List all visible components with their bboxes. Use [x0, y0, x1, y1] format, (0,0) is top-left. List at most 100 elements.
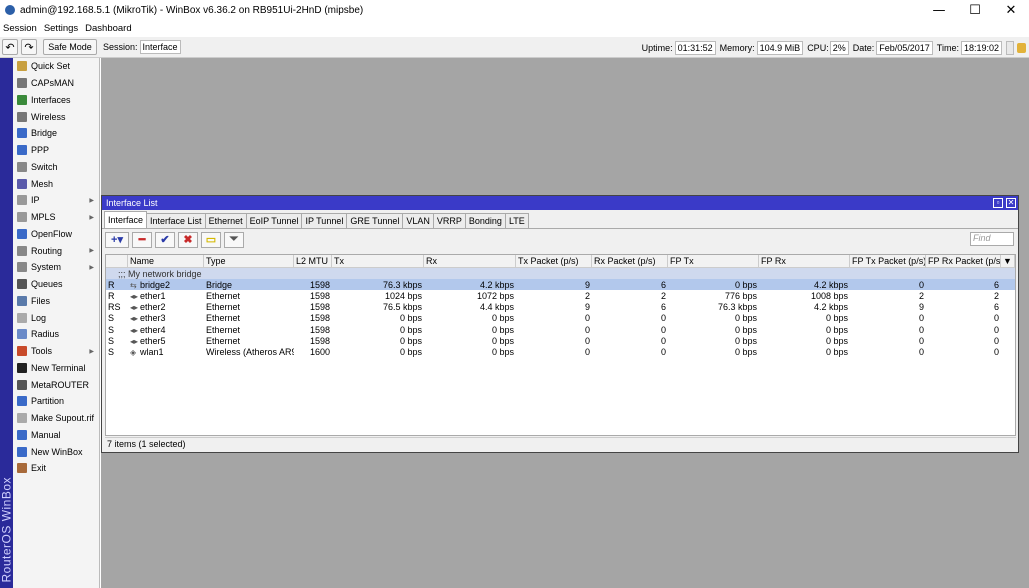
column-header[interactable]: Tx	[332, 254, 424, 268]
remove-icon[interactable]: ━	[132, 231, 152, 248]
sidebar-item-tools[interactable]: Tools ▶	[13, 343, 99, 360]
table-row[interactable]: S ◂▸ ether3 Ethernet 1598 0 bps 0 bps 0 0 0 bps 0 …	[106, 313, 1015, 324]
sidebar-item-new-terminal[interactable]: New Terminal	[13, 360, 99, 377]
column-header[interactable]: L2 MTU	[294, 254, 332, 268]
sidebar-item-system[interactable]: System ▶	[13, 259, 99, 276]
sidebar-item-ppp[interactable]: PPP	[13, 142, 99, 159]
sidebar-item-manual[interactable]: Manual	[13, 427, 99, 444]
add-icon[interactable]: +▾	[105, 231, 129, 248]
sidebar-item-label: Mesh	[31, 178, 54, 189]
cell-name: ◂▸ ether3	[128, 313, 204, 323]
table-row[interactable]: S◈wlan1Wireless (Atheros AR9...16000 bps…	[106, 346, 1015, 357]
tab-eoip-tunnel[interactable]: EoIP Tunnel	[245, 213, 303, 228]
sidebar-item-exit[interactable]: Exit	[13, 460, 99, 477]
brand-text: RouterOS WinBox	[0, 476, 14, 583]
cell-tx: 1024 bps	[384, 290, 422, 301]
minimize-button[interactable]: —	[921, 0, 957, 20]
cell-mtu: 1598	[309, 313, 330, 324]
tab-lte[interactable]: LTE	[504, 213, 529, 228]
table-row[interactable]: RS ◂▸ ether2 Ethernet 1598 76.5 kbps 4.4 kbps 9…	[106, 302, 1015, 313]
column-header[interactable]: FP Rx Packet (p/s)	[926, 254, 1001, 268]
menu-session[interactable]: Session	[3, 23, 37, 34]
column-header[interactable]: Tx Packet (p/s)	[516, 254, 592, 268]
column-header[interactable]: Type	[204, 254, 294, 268]
column-header[interactable]: FP Rx	[759, 254, 850, 268]
cell-txp: 0	[584, 346, 590, 357]
sidebar-item-mesh[interactable]: Mesh	[13, 175, 99, 192]
sidebar-item-ip[interactable]: IP ▶	[13, 192, 99, 209]
column-menu-icon[interactable]: ▼	[1001, 254, 1015, 268]
cell-mtu: 1598	[309, 324, 330, 335]
maximize-button[interactable]: ☐	[957, 0, 993, 20]
tab-ethernet[interactable]: Ethernet	[204, 213, 247, 228]
disable-icon[interactable]: ✖	[178, 231, 198, 248]
cell-fptx: 0 bps	[734, 324, 757, 335]
column-header[interactable]: Rx Packet (p/s)	[592, 254, 668, 268]
comment-row[interactable]: ;;; My network bridge	[106, 268, 1015, 280]
uptime-value: 01:31:52	[674, 40, 716, 55]
sidebar-item-queues[interactable]: Queues	[13, 276, 99, 293]
tab-interface-list[interactable]: Interface List	[146, 213, 206, 228]
redo-button[interactable]: ↷	[21, 39, 37, 55]
status-scroll-handle[interactable]	[1006, 40, 1014, 55]
sidebar-item-new-winbox[interactable]: New WinBox	[13, 443, 99, 460]
cell-type: Bridge	[206, 279, 233, 290]
window-close-button[interactable]: ✕	[1006, 198, 1016, 208]
column-header[interactable]: Name	[128, 254, 204, 268]
tab-gre-tunnel[interactable]: GRE Tunnel	[346, 213, 404, 228]
sidebar-item-wireless[interactable]: Wireless	[13, 108, 99, 125]
sidebar-item-log[interactable]: Log	[13, 309, 99, 326]
sidebar-item-files[interactable]: Files	[13, 293, 99, 310]
cell-fprx: 1008 bps	[810, 290, 848, 301]
sidebar-item-mpls[interactable]: MPLS ▶	[13, 209, 99, 226]
tab-vrrp[interactable]: VRRP	[432, 213, 466, 228]
sidebar-item-capsman[interactable]: CAPsMAN	[13, 75, 99, 92]
sidebar-item-interfaces[interactable]: Interfaces	[13, 92, 99, 109]
interface-type-icon: ◂▸	[130, 291, 139, 301]
menu-settings[interactable]: Settings	[44, 23, 78, 34]
date-label: Date:	[852, 42, 875, 53]
tab-interface[interactable]: Interface	[104, 211, 148, 228]
column-header[interactable]: Rx	[424, 254, 516, 268]
sidebar-item-label: Routing	[31, 245, 63, 256]
ppp-icon	[17, 145, 27, 156]
sidebar-item-make-supout-rif[interactable]: Make Supout.rif	[13, 410, 99, 427]
sidebar-item-quick-set[interactable]: Quick Set	[13, 58, 99, 75]
find-input[interactable]: Find	[970, 232, 1014, 246]
sidebar-item-partition[interactable]: Partition	[13, 393, 99, 410]
cell-txp: 9	[584, 279, 590, 290]
sidebar-item-metarouter[interactable]: MetaROUTER	[13, 376, 99, 393]
sidebar-item-bridge[interactable]: Bridge	[13, 125, 99, 142]
close-button[interactable]: ✕	[993, 0, 1029, 20]
enable-icon[interactable]: ✔	[155, 231, 175, 248]
quickset-icon	[17, 61, 27, 72]
tab-vlan[interactable]: VLAN	[402, 213, 434, 228]
table-row[interactable]: R ◂▸ ether1 Ethernet 1598 1024 bps 1072 bps 2 2 7…	[106, 290, 1015, 301]
table-row[interactable]: S ◂▸ ether5 Ethernet 1598 0 bps 0 bps 0 0 0 bps 0 …	[106, 335, 1015, 346]
table-row[interactable]: R ⇆ bridge2 Bridge 1598 76.3 kbps 4.2 kbps 9 6 0 …	[106, 279, 1015, 291]
sidebar-item-routing[interactable]: Routing ▶	[13, 242, 99, 259]
window-restore-button[interactable]: ▫	[993, 198, 1003, 208]
undo-button[interactable]: ↶	[2, 39, 18, 55]
column-header[interactable]: FP Tx	[668, 254, 759, 268]
interface-window-titlebar[interactable]: Interface List ▫ ✕	[102, 196, 1018, 210]
sidebar-item-switch[interactable]: Switch	[13, 159, 99, 176]
sidebar-item-label: Queues	[31, 279, 63, 290]
sidebar-item-openflow[interactable]: OpenFlow	[13, 226, 99, 243]
filter-icon[interactable]: ⏷	[224, 231, 244, 248]
sidebar-item-radius[interactable]: Radius	[13, 326, 99, 343]
comment-icon[interactable]: ▭	[201, 231, 221, 248]
sidebar-item-label: IP	[31, 195, 40, 206]
table-row[interactable]: S ◂▸ ether4 Ethernet 1598 0 bps 0 bps 0 0 0 bps 0 …	[106, 324, 1015, 335]
cell-fptx: 776 bps	[724, 290, 757, 301]
tab-ip-tunnel[interactable]: IP Tunnel	[301, 213, 348, 228]
sidebar-item-label: Files	[31, 295, 51, 306]
cell-rxp: 0	[660, 313, 666, 324]
interfaces-icon	[17, 94, 27, 105]
menu-dashboard[interactable]: Dashboard	[85, 23, 131, 34]
column-header[interactable]: FP Tx Packet (p/s)	[850, 254, 926, 268]
tab-bonding[interactable]: Bonding	[464, 213, 506, 228]
column-header[interactable]	[106, 254, 128, 268]
safe-mode-button[interactable]: Safe Mode	[43, 39, 97, 55]
mesh-icon	[17, 178, 27, 189]
